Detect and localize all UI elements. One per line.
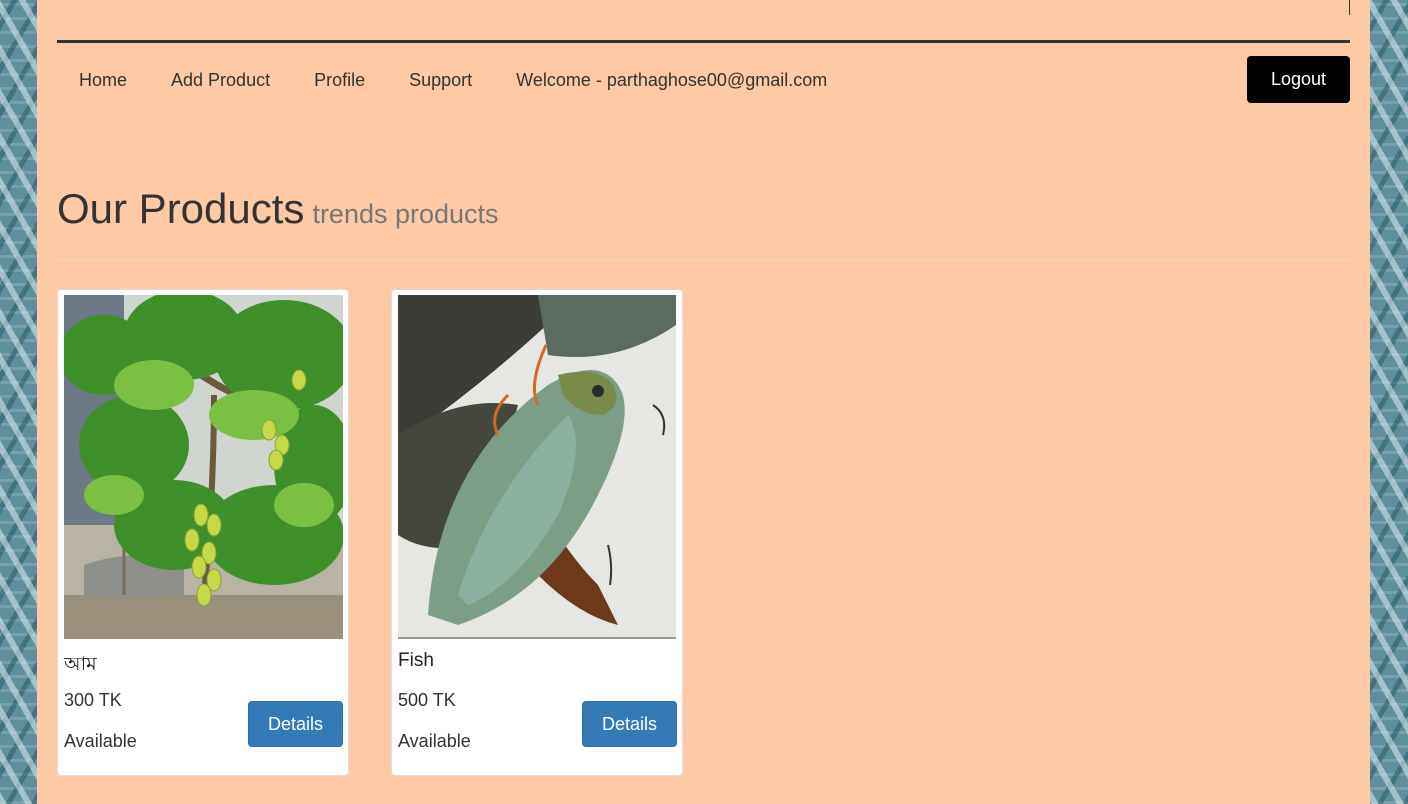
product-name: আম: [64, 654, 97, 675]
product-image[interactable]: [64, 295, 343, 639]
product-price: 500 TK: [398, 690, 456, 710]
product-name: Fish: [398, 650, 434, 671]
nav-link-add-product[interactable]: Add Product: [149, 43, 292, 92]
product-card: Fish 500 TK Available Details: [391, 289, 683, 776]
nav-list: Home Add Product Profile Support Welcome…: [57, 43, 849, 92]
nav-item-add-product: Add Product: [149, 43, 292, 92]
product-grid: আম 300 TK Available Details Fish 500 TK …: [57, 289, 725, 776]
nav-item-support: Support: [387, 43, 494, 92]
text-caret: [1349, 0, 1350, 15]
details-button[interactable]: Details: [582, 701, 677, 747]
nav-link-profile[interactable]: Profile: [292, 43, 387, 92]
fish-photo: [398, 295, 676, 639]
product-status: Available: [398, 731, 471, 751]
page-header: Our Products trends products: [57, 184, 1350, 260]
navbar: Home Add Product Profile Support Welcome…: [57, 43, 1350, 119]
nav-link-support[interactable]: Support: [387, 43, 494, 92]
top-strip: [57, 0, 1350, 40]
nav-item-welcome: Welcome - parthaghose00@gmail.com: [494, 43, 849, 92]
page-subtitle: trends products: [312, 199, 499, 229]
nav-link-home[interactable]: Home: [57, 43, 149, 92]
nav-link-welcome-user[interactable]: Welcome - parthaghose00@gmail.com: [494, 43, 849, 92]
nav-item-home: Home: [57, 43, 149, 92]
mango-tree-photo: [64, 295, 343, 639]
page-title: Our Products trends products: [57, 184, 1350, 239]
details-button[interactable]: Details: [248, 701, 343, 747]
page-title-text: Our Products: [57, 185, 305, 232]
page-container: Home Add Product Profile Support Welcome…: [37, 0, 1370, 804]
product-image[interactable]: [398, 295, 677, 639]
product-card: আম 300 TK Available Details: [57, 289, 349, 776]
product-price: 300 TK: [64, 690, 122, 710]
nav-item-profile: Profile: [292, 43, 387, 92]
logout-button[interactable]: Logout: [1247, 56, 1350, 103]
product-status: Available: [64, 731, 137, 751]
